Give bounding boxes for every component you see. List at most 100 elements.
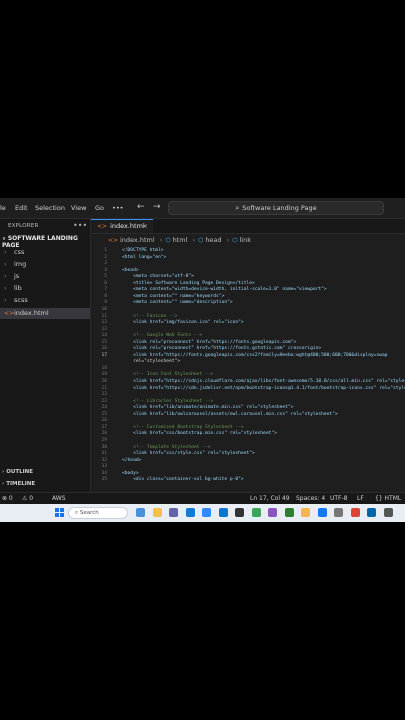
mail-icon[interactable] bbox=[218, 508, 228, 517]
breadcrumb-file[interactable]: index.html bbox=[120, 236, 155, 244]
chevron-right-icon: › bbox=[4, 297, 7, 304]
code-line[interactable]: <!-- Libraries Stylesheet --> bbox=[122, 399, 213, 404]
app-icon[interactable] bbox=[284, 508, 294, 517]
timeline-section[interactable]: › TIMELINE bbox=[2, 481, 35, 487]
line-number: 2 bbox=[104, 254, 107, 260]
line-number: 22 bbox=[101, 392, 107, 398]
code-line[interactable]: rel="stylesheet"> bbox=[122, 359, 180, 364]
code-line[interactable]: <link rel="preconnect" href="https://fon… bbox=[122, 340, 296, 345]
code-line[interactable]: <link href="https://cdnjs.cloudflare.com… bbox=[122, 379, 405, 384]
line-number: 12 bbox=[101, 320, 107, 326]
app-icon[interactable] bbox=[251, 508, 261, 517]
chat-icon[interactable] bbox=[169, 508, 178, 517]
line-number: 7 bbox=[104, 287, 107, 293]
status-eol[interactable]: LF bbox=[357, 493, 364, 504]
status-aws[interactable]: AWS bbox=[52, 493, 66, 504]
settings-icon[interactable] bbox=[334, 508, 343, 517]
status-errors[interactable]: ⊗ 0 bbox=[2, 493, 13, 504]
tree-item-index-html[interactable]: <>index.html bbox=[0, 308, 90, 319]
tag-icon: ⬡ bbox=[165, 237, 171, 244]
menu-selection[interactable]: Selection bbox=[35, 204, 65, 212]
app-icon[interactable] bbox=[268, 508, 277, 517]
code-line[interactable]: <!-- Template Stylesheet --> bbox=[122, 445, 210, 450]
status-language[interactable]: {} HTML bbox=[375, 493, 401, 504]
chrome-icon[interactable] bbox=[350, 508, 360, 517]
outline-section[interactable]: › OUTLINE bbox=[2, 469, 33, 475]
status-encoding[interactable]: UTF-8 bbox=[330, 493, 348, 504]
explorer-more-button[interactable]: ••• bbox=[73, 221, 87, 230]
line-number: 32 bbox=[101, 457, 107, 463]
code-line[interactable]: <body> bbox=[122, 471, 139, 476]
files-icon[interactable] bbox=[152, 508, 162, 517]
line-number: 21 bbox=[101, 385, 107, 391]
chevron-right-icon: › bbox=[192, 236, 196, 244]
code-line[interactable]: <html lang="en"> bbox=[122, 255, 166, 260]
code-line[interactable]: <head> bbox=[122, 268, 139, 273]
code-line[interactable]: <link href="lib/animate/animate.min.css"… bbox=[122, 405, 293, 410]
code-line[interactable]: <link href="css/bootstrap.min.css" rel="… bbox=[122, 431, 277, 436]
code-line[interactable]: <link href="https://fonts.googleapis.com… bbox=[122, 353, 387, 358]
html-file-icon: <> bbox=[4, 310, 15, 317]
facebook-icon[interactable] bbox=[317, 508, 327, 517]
tree-item-lib[interactable]: › lib bbox=[4, 283, 88, 294]
tree-item-css[interactable]: › css bbox=[4, 247, 88, 258]
chevron-right-icon: › bbox=[159, 236, 163, 244]
menu-view[interactable]: View bbox=[71, 204, 86, 212]
menu-go[interactable]: Go bbox=[95, 204, 104, 212]
back-arrow-icon[interactable]: ← bbox=[137, 202, 145, 212]
tree-item-label: scss bbox=[14, 296, 28, 304]
code-line[interactable]: <link rel="preconnect" href="https://fon… bbox=[122, 346, 321, 351]
code-line[interactable]: <!-- Google Web Fonts --> bbox=[122, 333, 202, 338]
code-line[interactable]: </head> bbox=[122, 458, 141, 463]
tab-index-html[interactable]: <> index.html × bbox=[91, 219, 153, 233]
tree-item-img[interactable]: › img bbox=[4, 259, 88, 270]
vscode-icon[interactable] bbox=[367, 508, 376, 517]
code-line[interactable]: <link href="https://cdn.jsdelivr.net/npm… bbox=[122, 386, 405, 391]
code-line[interactable]: <div class="container-xxl bg-white p-0"> bbox=[122, 477, 244, 482]
windows-start-icon[interactable] bbox=[55, 508, 64, 517]
breadcrumb-link[interactable]: link bbox=[239, 236, 251, 244]
close-icon[interactable]: × bbox=[143, 220, 148, 232]
terminal-icon[interactable] bbox=[235, 508, 244, 517]
status-warnings[interactable]: ⚠ 0 bbox=[22, 493, 33, 504]
line-number: 24 bbox=[101, 405, 107, 411]
tab-label: index.html bbox=[110, 222, 145, 230]
code-line[interactable]: <!DOCTYPE html> bbox=[122, 248, 164, 253]
command-center-search[interactable]: ⌕ Software Landing Page bbox=[168, 201, 384, 215]
store-icon[interactable] bbox=[202, 508, 211, 517]
menu-file[interactable]: le bbox=[0, 204, 6, 212]
menu-more[interactable]: ••• bbox=[112, 204, 124, 212]
app-icon[interactable] bbox=[383, 508, 393, 517]
line-number: 10 bbox=[101, 306, 107, 312]
code-line[interactable]: <title> Software Landing Page Design</ti… bbox=[122, 281, 255, 286]
code-line[interactable]: <!-- Favicon --> bbox=[122, 314, 177, 319]
status-position[interactable]: Ln 17, Col 49 bbox=[250, 493, 290, 504]
tree-item-js[interactable]: › js bbox=[4, 271, 88, 282]
breadcrumb-head[interactable]: head bbox=[205, 236, 221, 244]
code-editor[interactable]: 1 <!DOCTYPE html> 2 <html lang="en"> 3 4 <head… bbox=[91, 246, 405, 492]
line-number: 14 bbox=[101, 333, 107, 339]
code-line[interactable]: <link href="img/favicon.ico" rel="icon"> bbox=[122, 320, 244, 325]
html-file-icon: <> bbox=[108, 237, 120, 244]
folder-icon[interactable] bbox=[301, 508, 310, 517]
code-line[interactable]: <meta content="" name="description"> bbox=[122, 300, 233, 305]
widgets-icon[interactable] bbox=[136, 508, 145, 517]
tree-item-scss[interactable]: › scss bbox=[4, 295, 88, 306]
code-line[interactable]: <meta content="" name="keywords"> bbox=[122, 294, 224, 299]
breadcrumb-html[interactable]: html bbox=[173, 236, 188, 244]
menu-edit[interactable]: Edit bbox=[15, 204, 28, 212]
forward-arrow-icon[interactable]: → bbox=[153, 202, 161, 212]
code-line[interactable]: <link href="css/style.css" rel="styleshe… bbox=[122, 451, 255, 456]
taskbar-search-label: Search bbox=[79, 510, 99, 516]
outline-label: OUTLINE bbox=[6, 469, 33, 475]
code-line[interactable]: <meta content="width=device-width, initi… bbox=[122, 287, 327, 292]
code-line[interactable]: <!-- Icon Font Stylesheet --> bbox=[122, 372, 213, 377]
code-line[interactable]: <meta charset="utf-8"> bbox=[122, 274, 194, 279]
code-line[interactable]: <link href="lib/owlcarousel/assets/owl.c… bbox=[122, 412, 338, 417]
line-number: 3 bbox=[104, 261, 107, 267]
edge-icon[interactable] bbox=[185, 508, 195, 517]
code-line[interactable]: <!-- Customized Bootstrap Stylesheet --> bbox=[122, 425, 244, 430]
line-number: 27 bbox=[101, 424, 107, 430]
taskbar-search[interactable]: ⌕ Search bbox=[68, 507, 128, 519]
status-spaces[interactable]: Spaces: 4 bbox=[296, 493, 325, 504]
